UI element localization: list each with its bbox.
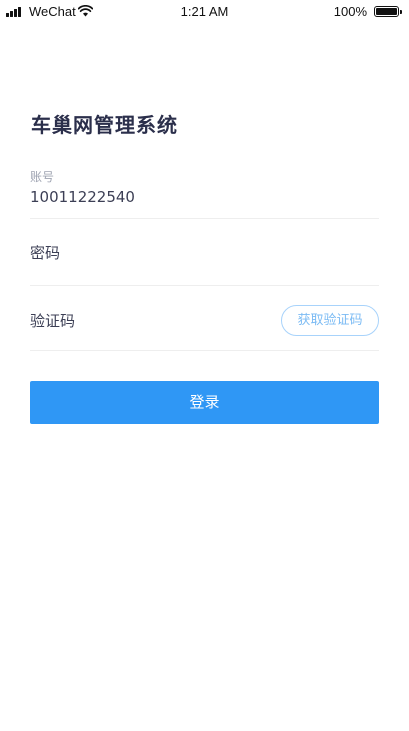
verification-code-input[interactable]: 验证码: [30, 310, 75, 331]
get-code-button[interactable]: 获取验证码: [281, 305, 379, 336]
battery-percentage: 100%: [333, 4, 367, 19]
verification-code-field[interactable]: 验证码 获取验证码: [30, 300, 379, 351]
account-input[interactable]: 10011222540: [30, 188, 135, 206]
login-button[interactable]: 登录: [30, 381, 379, 424]
password-input[interactable]: 密码: [30, 242, 60, 263]
page-title: 车巢网管理系统: [31, 113, 178, 137]
password-field[interactable]: 密码: [30, 230, 379, 286]
account-field[interactable]: 账号 10011222540: [30, 163, 379, 219]
account-label: 账号: [30, 170, 55, 184]
battery-icon: [374, 6, 402, 17]
login-screen: WeChat 1:21 AM 100% 车巢网管理系统 账号 100112225…: [0, 0, 409, 731]
status-bar: WeChat 1:21 AM 100%: [0, 0, 409, 24]
